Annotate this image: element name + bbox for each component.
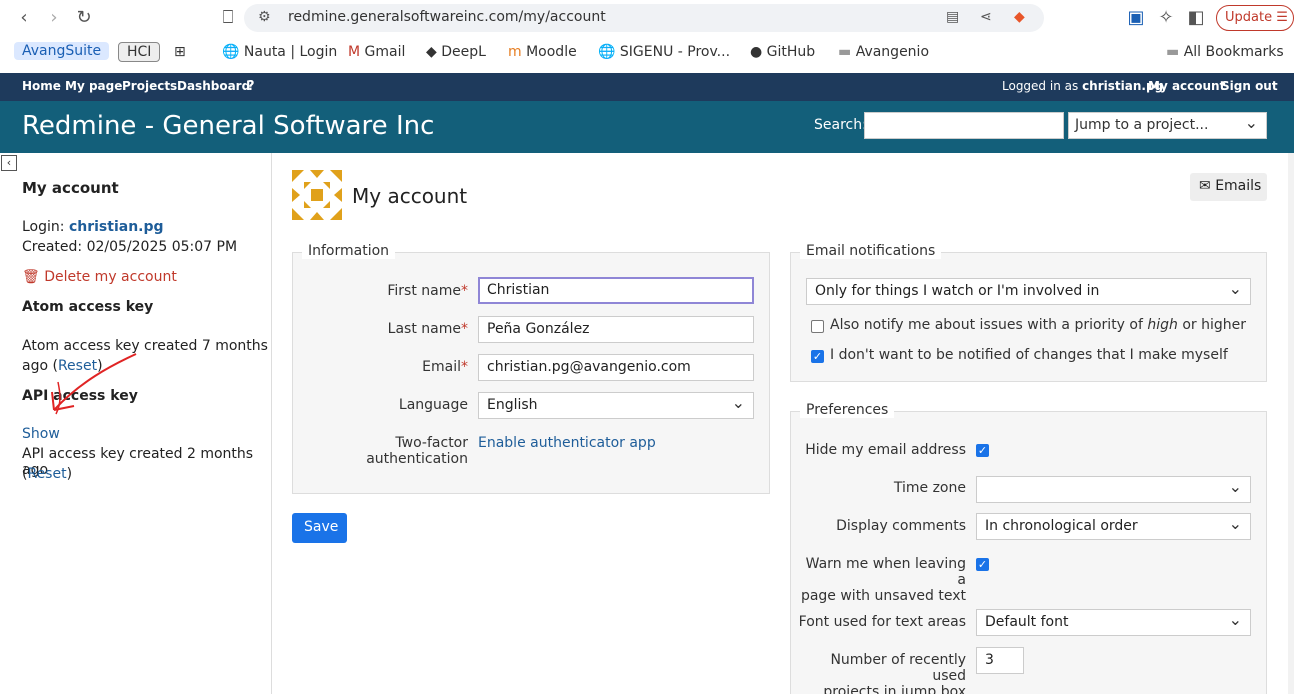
preferences-legend: Preferences bbox=[800, 402, 895, 418]
back-icon[interactable]: ‹ bbox=[12, 6, 36, 30]
bookmark-page-icon[interactable]: ⎕ bbox=[216, 6, 240, 30]
apps-grid-icon[interactable]: ⊞ bbox=[174, 44, 186, 60]
sidebar-title: My account bbox=[22, 179, 119, 197]
bookmark-gmail[interactable]: M Gmail bbox=[348, 44, 405, 60]
hide-email-label: Hide my email address bbox=[805, 442, 966, 458]
reader-mode-icon[interactable]: ▤ bbox=[946, 9, 959, 25]
share-icon[interactable]: ⋖ bbox=[980, 9, 992, 25]
delete-account-link[interactable]: 🗑 Delete my account bbox=[22, 269, 177, 285]
recent-projects-input[interactable]: 3 bbox=[976, 647, 1024, 674]
first-name-input[interactable]: Christian bbox=[478, 277, 754, 304]
first-name-label: First name* bbox=[387, 283, 468, 299]
search-input[interactable] bbox=[864, 112, 1064, 139]
menu-my-page[interactable]: My page bbox=[65, 79, 122, 93]
api-key-title: API access key bbox=[22, 388, 138, 404]
created-date: Created: 02/05/2025 05:07 PM bbox=[22, 239, 238, 255]
browser-toolbar: ‹ › ↻ ⎕ ⚙ redmine.generalsoftwareinc.com… bbox=[0, 0, 1294, 72]
email-notifications-legend: Email notifications bbox=[800, 243, 942, 259]
api-key-show-link[interactable]: Show bbox=[22, 426, 60, 442]
no-self-notify-checkbox[interactable]: ✓ bbox=[811, 350, 824, 363]
bookmark-github[interactable]: ● GitHub bbox=[750, 44, 815, 60]
trash-icon: 🗑 bbox=[22, 269, 40, 285]
time-zone-label: Time zone bbox=[893, 480, 966, 496]
save-button[interactable]: Save bbox=[292, 513, 347, 543]
display-comments-select[interactable]: In chronological order bbox=[976, 513, 1251, 540]
bookmark-sigenu[interactable]: 🌐 SIGENU - Prov... bbox=[598, 44, 730, 60]
atom-key-title: Atom access key bbox=[22, 299, 154, 315]
last-name-input[interactable]: Peña González bbox=[478, 316, 754, 343]
time-zone-select[interactable] bbox=[976, 476, 1251, 503]
search-label: Search: bbox=[814, 117, 867, 133]
jump-to-project-select[interactable]: Jump to a project... bbox=[1068, 112, 1267, 139]
atom-reset-link[interactable]: Reset bbox=[58, 358, 97, 374]
language-select[interactable]: English bbox=[478, 392, 754, 419]
help-icon[interactable]: ? bbox=[247, 79, 255, 94]
bitwarden-icon[interactable]: ▣ bbox=[1124, 6, 1148, 30]
menu-my-account[interactable]: My account bbox=[1148, 79, 1225, 93]
bookmark-hci[interactable]: HCI bbox=[118, 42, 161, 62]
url-text: redmine.generalsoftwareinc.com/my/accoun… bbox=[288, 9, 606, 25]
page-scrollbar[interactable] bbox=[1288, 153, 1294, 694]
address-bar[interactable]: ⚙ redmine.generalsoftwareinc.com/my/acco… bbox=[244, 4, 1044, 32]
font-label: Font used for text areas bbox=[798, 614, 966, 630]
warn-unsaved-checkbox[interactable]: ✓ bbox=[976, 558, 989, 571]
bookmark-moodle[interactable]: m Moodle bbox=[508, 44, 577, 60]
api-key-reset: (Reset) bbox=[22, 466, 73, 482]
email-label: Email* bbox=[422, 359, 468, 375]
hide-email-checkbox[interactable]: ✓ bbox=[976, 444, 989, 457]
warn-unsaved-label: Warn me when leaving a page with unsaved … bbox=[800, 556, 966, 604]
collapse-sidebar-icon[interactable]: ‹ bbox=[1, 155, 17, 171]
bookmark-nauta[interactable]: 🌐 Nauta | Login bbox=[222, 44, 337, 60]
logged-in-as: Logged in as christian.pg bbox=[1002, 79, 1164, 93]
no-self-notify-label: I don't want to be notified of changes t… bbox=[830, 347, 1228, 363]
site-settings-icon[interactable]: ⚙ bbox=[258, 9, 271, 25]
bookmark-deepl[interactable]: ◆ DeepL bbox=[426, 44, 486, 60]
reload-icon[interactable]: ↻ bbox=[72, 6, 96, 30]
header: Redmine - General Software Inc Search: J… bbox=[0, 101, 1294, 153]
top-menu: Home My page Projects Dashboard ? Logged… bbox=[0, 73, 1294, 101]
avatar-icon bbox=[292, 170, 342, 220]
page-title: My account bbox=[352, 184, 468, 208]
email-input[interactable]: christian.pg@avangenio.com bbox=[478, 354, 754, 381]
site-title: Redmine - General Software Inc bbox=[22, 111, 435, 141]
menu-projects[interactable]: Projects bbox=[122, 79, 177, 93]
forward-icon[interactable]: › bbox=[42, 6, 66, 30]
language-label: Language bbox=[398, 397, 468, 413]
emails-button[interactable]: ✉ Emails bbox=[1190, 173, 1267, 201]
enable-authenticator-link[interactable]: Enable authenticator app bbox=[478, 435, 656, 451]
api-reset-link[interactable]: Reset bbox=[27, 466, 66, 482]
bookmark-avangenio[interactable]: ▬ Avangenio bbox=[838, 44, 929, 60]
notify-priority-checkbox[interactable] bbox=[811, 320, 824, 333]
two-factor-label: Two-factor authentication bbox=[366, 435, 468, 467]
login-link[interactable]: christian.pg bbox=[69, 219, 164, 235]
notify-priority-label: Also notify me about issues with a prior… bbox=[830, 317, 1247, 333]
menu-dashboard[interactable]: Dashboard bbox=[177, 79, 250, 93]
login-info: Login: christian.pg bbox=[22, 219, 164, 235]
brave-shield-icon[interactable]: ◆ bbox=[1014, 9, 1025, 25]
last-name-label: Last name* bbox=[387, 321, 468, 337]
envelope-icon: ✉ bbox=[1199, 178, 1211, 194]
font-select[interactable]: Default font bbox=[976, 609, 1251, 636]
bookmarks-bar: AvangSuite HCI ⊞ 🌐 Nauta | Login M Gmail… bbox=[0, 38, 1294, 68]
menu-sign-out[interactable]: Sign out bbox=[1221, 79, 1278, 93]
sidebar: ‹ My account Login: christian.pg Created… bbox=[0, 153, 272, 694]
atom-key-reset: ago (Reset) bbox=[22, 358, 103, 374]
menu-home[interactable]: Home bbox=[22, 79, 61, 93]
sidebar-toggle-icon[interactable]: ◧ bbox=[1184, 6, 1208, 30]
atom-key-info: Atom access key created 7 months bbox=[22, 338, 268, 354]
notification-select[interactable]: Only for things I watch or I'm involved … bbox=[806, 278, 1251, 305]
information-legend: Information bbox=[302, 243, 396, 259]
recent-projects-label: Number of recently used projects in jump … bbox=[823, 652, 966, 694]
extensions-icon[interactable]: ✧ bbox=[1154, 6, 1178, 30]
display-comments-label: Display comments bbox=[836, 518, 966, 534]
bookmark-avangsuite[interactable]: AvangSuite bbox=[14, 42, 110, 60]
update-button[interactable]: Update ☰ bbox=[1216, 5, 1294, 31]
bookmark-all[interactable]: ▬ All Bookmarks bbox=[1166, 44, 1284, 60]
